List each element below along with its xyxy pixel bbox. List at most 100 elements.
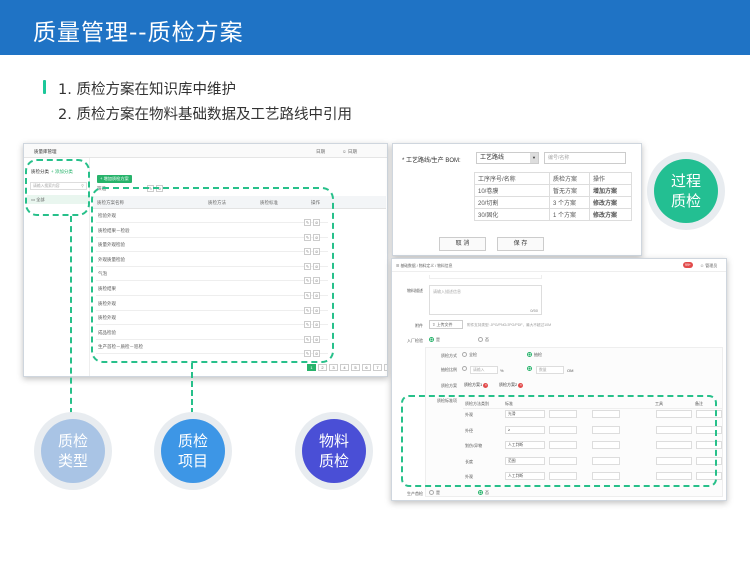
desc-textarea[interactable]: 请输入描述信息 0/50	[429, 285, 542, 315]
upload-label: 上传文件	[436, 322, 453, 327]
notification-badge[interactable]: 99+	[683, 262, 693, 268]
point-list: 1. 质检方案在知识库中维护 2. 质检方案在物料基础数据及工艺路线中引用	[58, 78, 352, 128]
type-bubble-line1: 质检	[57, 432, 88, 450]
row-step: 20/切割	[474, 196, 550, 209]
process-bubble-line1: 过程	[670, 172, 701, 190]
menu-icon[interactable]: ☰	[396, 264, 399, 268]
prod-yes-label: 是	[436, 490, 440, 495]
scheme-tag-1[interactable]: 质检方案1 ×	[464, 382, 489, 388]
desc-placeholder: 请输入描述信息	[433, 289, 461, 294]
chevron-down-icon: ▼	[530, 153, 538, 163]
connector-type	[70, 216, 72, 414]
table-row: 10/卷膜 暂无方案 增加方案	[474, 184, 632, 197]
radio-prod-yes[interactable]	[429, 490, 434, 496]
upload-hint: 附件支持类型: JPG/PNG/JPG/PDF，最大不超过10M	[467, 323, 552, 327]
remove-icon[interactable]: ×	[483, 383, 489, 388]
ratio-input[interactable]: 请输入	[470, 366, 498, 374]
upload-icon: ⇧	[432, 322, 436, 327]
user-menu[interactable]: ☺ 管理员	[700, 263, 717, 269]
material-bubble: 物料 质检	[295, 412, 373, 490]
header-op: 操作	[589, 172, 632, 185]
add-scheme-link[interactable]: 增加方案	[589, 184, 632, 197]
upload-button[interactable]: ⇧ 上传文件	[429, 320, 463, 329]
user-icon: ☺	[700, 263, 705, 268]
row-step: 10/卷膜	[474, 184, 550, 197]
highlight-item-area	[91, 187, 334, 363]
highlight-material-area	[401, 395, 717, 487]
desc-label: 物料描述	[407, 288, 423, 293]
route-select[interactable]: 工艺路线 ▼	[476, 152, 539, 164]
code-input[interactable]: 编号/名称	[544, 152, 626, 164]
method-sample-label: 抽检	[534, 352, 542, 357]
process-bubble: 过程 质检	[647, 152, 725, 230]
item-bubble-line1: 质检	[177, 432, 208, 450]
radio-sample[interactable]	[527, 352, 532, 358]
user-name: 日期	[347, 149, 357, 154]
process-table-header: 工序序号/名称 质检方案 操作	[474, 172, 632, 185]
radio-prod-no[interactable]	[478, 490, 483, 496]
point-2: 2. 质检方案在物料基础数据及工艺路线中引用	[58, 107, 352, 123]
edit-scheme-link[interactable]: 修改方案	[589, 208, 632, 221]
remove-icon[interactable]: ×	[518, 383, 524, 388]
highlight-type-area	[25, 159, 90, 216]
method-label: 质检方式	[441, 353, 457, 358]
method-all[interactable]: 全检	[462, 352, 477, 358]
user-icon: ☺	[342, 149, 347, 154]
production-yes[interactable]: 是	[429, 490, 440, 496]
save-button[interactable]: 保 存	[497, 237, 544, 251]
inspect-no[interactable]: 否	[478, 337, 489, 343]
panel-title: 质量库管理	[34, 149, 57, 154]
page-4[interactable]: 4	[340, 364, 349, 371]
radio-ratio[interactable]	[462, 366, 467, 372]
process-route-panel: * 工艺路线/生产 BOM: 工艺路线 ▼ 编号/名称 工序序号/名称 质检方案 …	[392, 143, 642, 256]
row-scheme: 1 个方案	[549, 208, 590, 221]
production-label: 生产首检	[407, 491, 423, 496]
row-step: 30/固化	[474, 208, 550, 221]
no-label: 否	[485, 337, 489, 342]
inspect-yes[interactable]: 是	[429, 337, 440, 343]
route-label: * 工艺路线/生产 BOM:	[402, 158, 461, 164]
scheme-label: 质检方案	[441, 383, 457, 388]
table-row: 30/固化 1 个方案 修改方案	[474, 208, 632, 221]
percent-sign: %	[500, 368, 504, 373]
user-menu[interactable]: ☺ 日期	[342, 149, 357, 155]
page-1[interactable]: 1	[307, 364, 316, 371]
page-7[interactable]: 7	[373, 364, 382, 371]
radio-all[interactable]	[462, 352, 467, 358]
edit-scheme-link[interactable]: 修改方案	[589, 196, 632, 209]
radio-yes[interactable]	[429, 337, 434, 343]
row-scheme: 3 个方案	[549, 196, 590, 209]
scheme-tag-2[interactable]: 质检方案2 ×	[499, 382, 524, 388]
page-5[interactable]: 5	[351, 364, 360, 371]
page-2[interactable]: 2	[318, 364, 327, 371]
page-next[interactable]: ›	[384, 364, 387, 371]
item-bubble-line2: 项目	[177, 452, 208, 470]
qty-option[interactable]	[527, 366, 534, 372]
cancel-button[interactable]: 取 消	[439, 237, 486, 251]
page-title: 质量管理--质检方案	[33, 20, 244, 46]
qty-input[interactable]: 数量	[536, 366, 564, 374]
method-all-label: 全检	[469, 352, 477, 357]
type-bubble: 质检 类型	[34, 412, 112, 490]
add-scheme-button[interactable]: + 增加质检方案	[97, 175, 132, 183]
unit-label: OM	[567, 368, 574, 373]
title-bar: 质量管理--质检方案	[0, 0, 750, 55]
prod-no-label: 否	[485, 490, 489, 495]
ratio-label: 抽检比例	[441, 367, 457, 372]
item-bubble: 质检 项目	[154, 412, 232, 490]
production-no[interactable]: 否	[478, 490, 489, 496]
page-3[interactable]: 3	[329, 364, 338, 371]
breadcrumb-text: 基础数据 / 物料定义 / 物料信息	[400, 264, 453, 268]
method-sample[interactable]: 抽检	[527, 352, 542, 358]
radio-no[interactable]	[478, 337, 483, 343]
radio-qty[interactable]	[527, 366, 532, 372]
page-6[interactable]: 6	[362, 364, 371, 371]
date-menu[interactable]: 日期	[316, 149, 325, 155]
scheme-2-text: 质检方案2	[499, 382, 518, 387]
attach-label: 附件	[415, 323, 423, 328]
breadcrumb: ☰ 基础数据 / 物料定义 / 物料信息	[396, 263, 452, 269]
material-bubble-line2: 质检	[318, 452, 349, 470]
ratio-option[interactable]	[462, 366, 469, 372]
point-1: 1. 质检方案在知识库中维护	[58, 82, 236, 98]
char-counter: 0/50	[530, 308, 538, 313]
